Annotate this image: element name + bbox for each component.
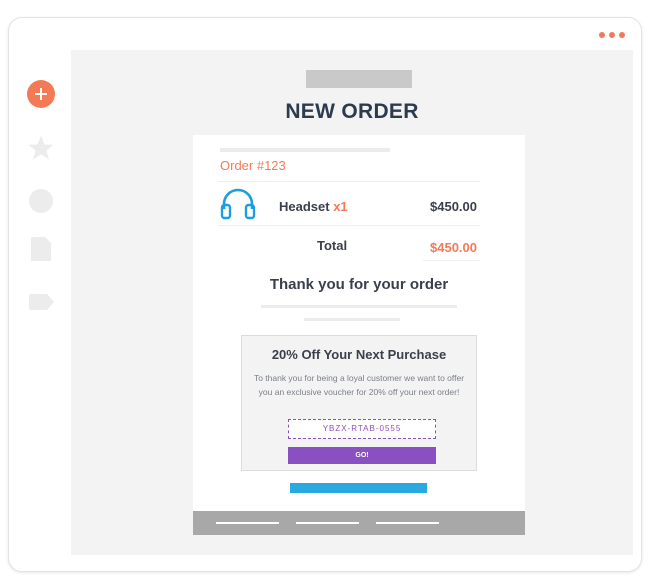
plus-icon [35, 88, 47, 100]
placeholder-line [220, 148, 390, 152]
header-placeholder [306, 70, 412, 88]
total-label: Total [317, 238, 348, 253]
item-name: Headset x1 [279, 199, 348, 214]
divider [423, 260, 480, 261]
dot [619, 32, 625, 38]
order-number: Order #123 [220, 158, 286, 173]
order-email: Order #123 Headset x1 $450.00 Total $450… [193, 135, 525, 535]
star-icon [28, 136, 54, 160]
voucher-title: 20% Off Your Next Purchase [271, 347, 447, 362]
voucher-card: 20% Off Your Next Purchase To thank you … [241, 335, 477, 471]
main-panel: NEW ORDER Order #123 Headset x1 $450.00 … [71, 50, 633, 555]
item-price: $450.00 [430, 199, 477, 214]
voucher-text: To thank you for being a loyal customer … [253, 373, 465, 397]
sidebar-item-tag[interactable] [29, 294, 55, 315]
dot [599, 32, 605, 38]
placeholder-line [261, 305, 457, 308]
email-footer [193, 511, 525, 535]
placeholder-line [304, 318, 400, 321]
footer-link[interactable] [376, 522, 439, 524]
document-icon [31, 237, 51, 261]
voucher-code[interactable]: YBZX-RTAB-0555 [288, 419, 436, 439]
circle-icon[interactable] [29, 189, 53, 213]
go-button[interactable]: GO! [288, 447, 436, 464]
cta-button[interactable] [290, 483, 427, 493]
divider [218, 181, 480, 182]
total-value: $450.00 [430, 240, 477, 255]
tag-icon [29, 294, 54, 310]
footer-link[interactable] [216, 522, 279, 524]
page-title: NEW ORDER [285, 100, 419, 123]
headset-icon [220, 188, 256, 220]
app-window: NEW ORDER Order #123 Headset x1 $450.00 … [8, 17, 642, 572]
ellipsis-icon[interactable] [599, 32, 625, 38]
thank-you-heading: Thank you for your order [269, 276, 449, 293]
divider [218, 225, 480, 226]
item-name-text: Headset [279, 199, 330, 214]
footer-link[interactable] [296, 522, 359, 524]
add-button[interactable] [27, 80, 55, 108]
sidebar-item-document[interactable] [31, 237, 51, 266]
sidebar-item-star[interactable] [27, 135, 55, 166]
item-quantity: x1 [333, 199, 348, 214]
dot [609, 32, 615, 38]
